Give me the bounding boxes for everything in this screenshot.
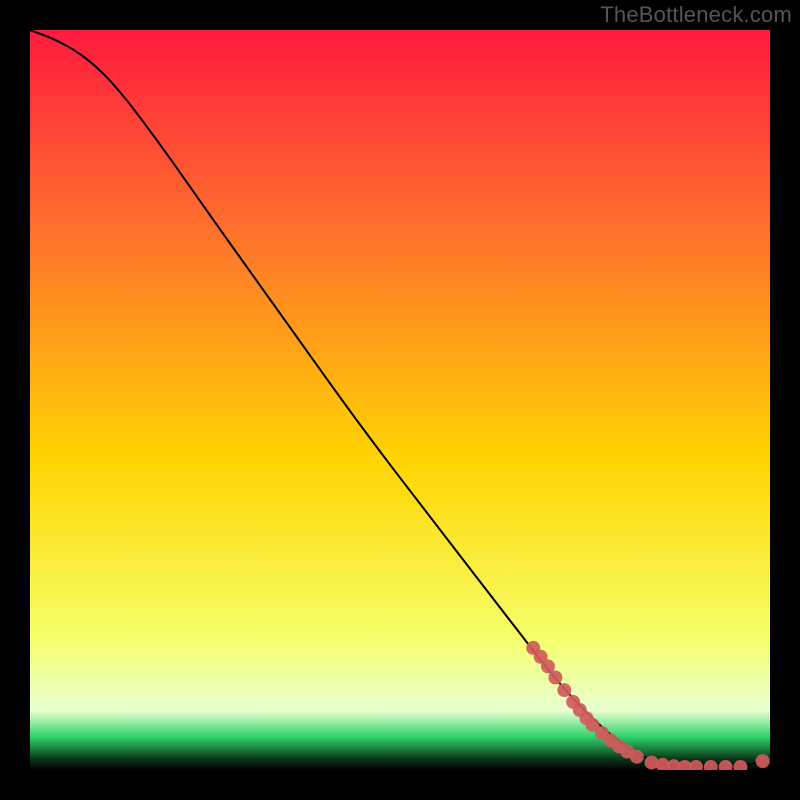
data-marker <box>548 671 562 685</box>
watermark-text: TheBottleneck.com <box>600 2 792 28</box>
plot-area <box>30 30 770 770</box>
chart-frame: TheBottleneck.com <box>0 0 800 800</box>
data-marker <box>557 683 571 697</box>
gradient-background <box>30 30 770 770</box>
chart-svg <box>30 30 770 770</box>
data-marker <box>630 750 644 764</box>
data-marker <box>756 754 770 768</box>
